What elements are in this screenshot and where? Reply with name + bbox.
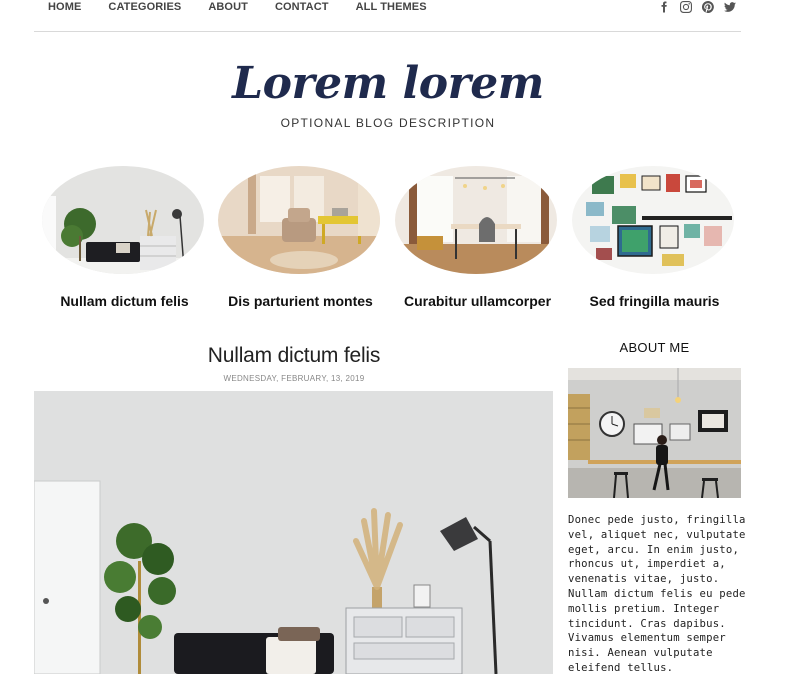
nav-links: HOME CATEGORIES ABOUT CONTACT ALL THEMES (48, 0, 454, 14)
featured-post-title[interactable]: Curabitur ullamcorper (375, 293, 580, 309)
featured-post-image[interactable] (395, 166, 557, 274)
post-image[interactable] (34, 391, 553, 674)
blog-title[interactable]: Lorem lorem (0, 58, 776, 109)
featured-post-card: Curabitur ullamcorper (395, 166, 560, 309)
blog-description: OPTIONAL BLOG DESCRIPTION (280, 116, 496, 130)
about-me-text: Donec pede justo, fringilla vel, aliquet… (568, 514, 746, 674)
instagram-icon[interactable] (679, 0, 693, 14)
twitter-icon[interactable] (723, 0, 737, 14)
nav-categories-link[interactable]: CATEGORIES (108, 0, 181, 14)
nav-home-link[interactable]: HOME (48, 0, 81, 14)
nav-all-themes-link[interactable]: ALL THEMES (356, 0, 427, 14)
featured-post-image[interactable] (42, 166, 204, 274)
featured-post-card: Sed fringilla mauris (572, 166, 737, 309)
nav-contact-link[interactable]: CONTACT (275, 0, 329, 14)
featured-post-title[interactable]: Sed fringilla mauris (552, 293, 757, 309)
pinterest-icon[interactable] (701, 0, 715, 14)
social-links (657, 0, 737, 14)
nav-about-link[interactable]: ABOUT (208, 0, 248, 14)
post-title[interactable]: Nullam dictum felis (34, 344, 554, 368)
featured-post-title[interactable]: Nullam dictum felis (22, 293, 227, 309)
top-navigation: HOME CATEGORIES ABOUT CONTACT ALL THEMES (34, 0, 741, 32)
featured-post-image[interactable] (572, 166, 734, 274)
about-me-image (568, 368, 741, 498)
post-date: WEDNESDAY, FEBRUARY, 13, 2019 (223, 374, 365, 383)
featured-posts: Nullam dictum felis Dis parturient monte… (40, 166, 740, 316)
featured-post-title[interactable]: Dis parturient montes (198, 293, 403, 309)
about-me-heading: ABOUT ME (619, 340, 690, 355)
featured-post-card: Dis parturient montes (218, 166, 383, 309)
facebook-icon[interactable] (657, 0, 671, 14)
featured-post-card: Nullam dictum felis (42, 166, 207, 309)
featured-post-image[interactable] (218, 166, 380, 274)
